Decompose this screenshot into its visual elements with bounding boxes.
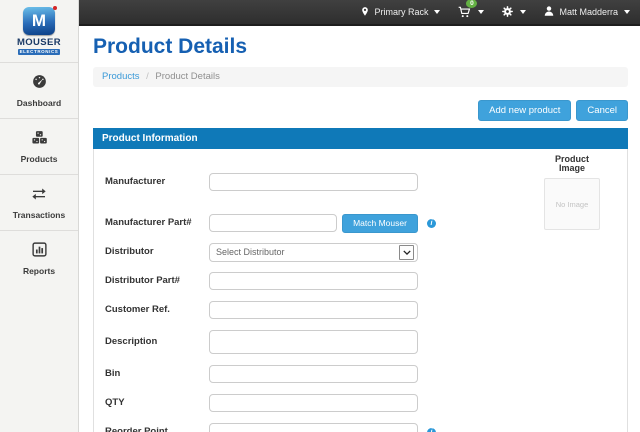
match-mouser-button[interactable]: Match Mouser (342, 214, 418, 233)
product-image-placeholder: No Image (544, 178, 600, 230)
sidebar-item-reports[interactable]: Reports (0, 230, 78, 286)
select-arrow-icon (399, 245, 414, 260)
page-title: Product Details (93, 34, 628, 60)
chevron-down-icon (624, 10, 630, 14)
form-row-distributor: Distributor Select Distributor (105, 243, 627, 261)
description-textarea[interactable] (209, 330, 418, 354)
bar-chart-icon (31, 241, 48, 263)
sidebar: M MOUSER ELECTRONICS Dashboard (0, 0, 79, 432)
mouser-logo-icon: M (23, 7, 55, 35)
field-label: Manufacturer (105, 177, 209, 187)
info-icon[interactable]: i (427, 219, 436, 228)
sidebar-item-dashboard[interactable]: Dashboard (0, 62, 78, 118)
cart-badge: 0 (466, 0, 477, 8)
sidebar-item-label: Dashboard (17, 99, 61, 108)
product-image-block: Product Image No Image (543, 155, 601, 230)
location-dropdown[interactable]: Primary Rack (360, 5, 440, 20)
form-row-reorder-point: Reorder Point i (105, 423, 627, 432)
sidebar-item-products[interactable]: Products (0, 118, 78, 174)
manufacturer-part-input[interactable] (209, 214, 337, 232)
add-new-product-button[interactable]: Add new product (478, 100, 571, 121)
main-content: Product Details Products / Product Detai… (79, 26, 640, 432)
distributor-part-input[interactable] (209, 272, 418, 290)
user-name: Matt Madderra (559, 7, 618, 17)
field-label: Manufacturer Part# (105, 218, 209, 228)
manufacturer-input[interactable] (209, 173, 418, 191)
field-label: Reorder Point (105, 427, 209, 432)
no-image-text: No Image (556, 200, 589, 209)
cancel-button[interactable]: Cancel (576, 100, 628, 121)
cart-icon: 0 (457, 5, 472, 19)
sidebar-item-transactions[interactable]: Transactions (0, 174, 78, 230)
qty-input[interactable] (209, 394, 418, 412)
breadcrumb-link-products[interactable]: Products (102, 71, 140, 82)
sidebar-item-label: Products (21, 155, 58, 164)
sidebar-item-label: Transactions (13, 211, 65, 220)
form-row-bin: Bin (105, 365, 627, 383)
field-label: Distributor Part# (105, 276, 209, 286)
bin-input[interactable] (209, 365, 418, 383)
mouser-logo: M MOUSER ELECTRONICS (0, 0, 78, 62)
boxes-icon (31, 129, 48, 151)
panel-body: Product Image No Image Manufacturer Manu… (93, 149, 628, 432)
breadcrumb: Products / Product Details (93, 67, 628, 87)
gauge-icon (31, 73, 48, 95)
field-label: QTY (105, 398, 209, 408)
topbar: Primary Rack 0 (79, 0, 640, 26)
form-row-customer-ref: Customer Ref. (105, 301, 627, 319)
app-window: M MOUSER ELECTRONICS Dashboard (0, 0, 640, 432)
form-row-distributor-part: Distributor Part# (105, 272, 627, 290)
info-icon[interactable]: i (427, 428, 436, 432)
arrows-swap-icon (30, 186, 48, 207)
chevron-down-icon (434, 10, 440, 14)
field-label: Distributor (105, 247, 209, 257)
panel-title: Product Information (93, 128, 628, 149)
brand-name: MOUSER (17, 38, 61, 48)
user-icon (543, 5, 555, 19)
distributor-select[interactable]: Select Distributor (209, 243, 418, 262)
field-label: Customer Ref. (105, 305, 209, 315)
brand-tagline: ELECTRONICS (18, 49, 61, 56)
customer-ref-input[interactable] (209, 301, 418, 319)
product-image-label: Product Image (543, 155, 601, 173)
form-row-qty: QTY (105, 394, 627, 412)
chevron-down-icon (520, 10, 526, 14)
breadcrumb-separator: / (146, 71, 149, 82)
field-label: Bin (105, 369, 209, 379)
breadcrumb-current: Product Details (155, 71, 219, 82)
settings-dropdown[interactable] (501, 5, 526, 20)
page-actions: Add new product Cancel (93, 100, 628, 121)
location-label: Primary Rack (374, 7, 428, 17)
user-menu[interactable]: Matt Madderra (543, 5, 630, 19)
cart-dropdown[interactable]: 0 (457, 5, 484, 19)
reorder-point-input[interactable] (209, 423, 418, 432)
field-label: Description (105, 337, 209, 347)
select-value: Select Distributor (216, 247, 285, 257)
sidebar-item-label: Reports (23, 267, 55, 276)
map-pin-icon (360, 5, 370, 20)
form-row-description: Description (105, 330, 627, 354)
chevron-down-icon (478, 10, 484, 14)
gear-icon (501, 5, 514, 20)
product-information-panel: Product Information Product Image No Ima… (93, 128, 628, 432)
